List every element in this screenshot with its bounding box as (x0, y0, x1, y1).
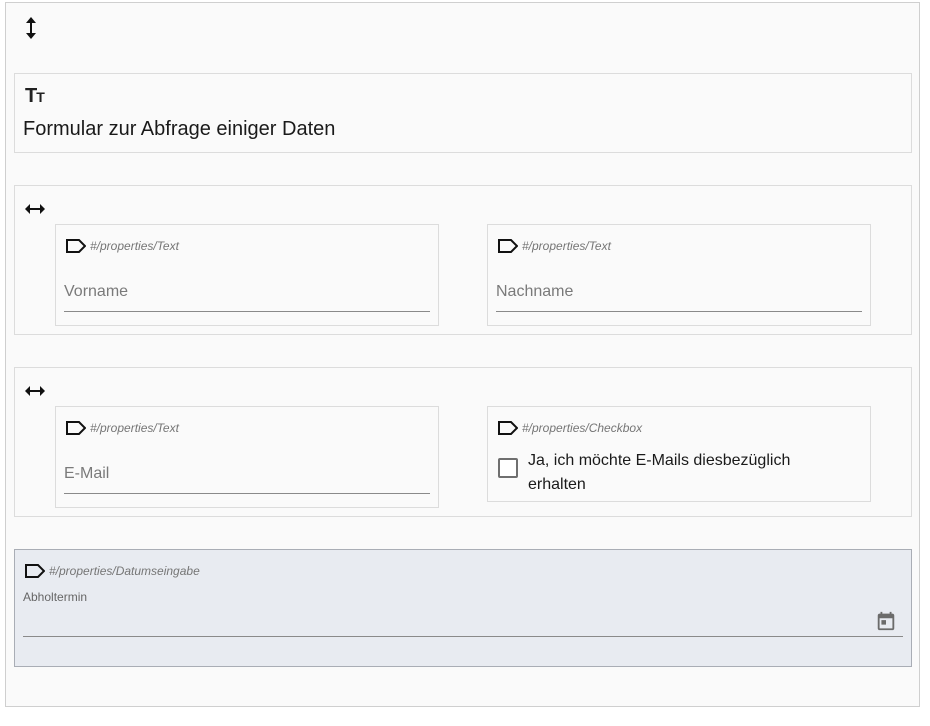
scope-label: #/properties/Text (66, 421, 179, 435)
nachname-field[interactable] (496, 277, 862, 312)
abholtermin-field[interactable] (23, 608, 903, 637)
control-checkbox[interactable]: #/properties/Checkbox Ja, ich möchte E-M… (487, 406, 871, 502)
scope-label: #/properties/Datumseingabe (25, 564, 200, 578)
email-field[interactable] (64, 459, 430, 494)
scope-text: #/properties/Checkbox (522, 421, 643, 435)
horizontal-arrow-icon (25, 204, 45, 214)
abholtermin-label: Abholtermin (23, 590, 88, 604)
vertical-arrow-icon (26, 17, 36, 39)
label-element-card[interactable]: TT Formular zur Abfrage einiger Daten (14, 73, 912, 153)
horizontal-arrow-icon (25, 386, 45, 396)
email-consent-label[interactable]: Ja, ich möchte E-Mails diesbezüglich erh… (528, 449, 828, 497)
horizontal-layout-row-1[interactable]: #/properties/Text #/properties/Text (14, 185, 912, 335)
scope-text: #/properties/Datumseingabe (49, 564, 200, 578)
vertical-layout-container: TT Formular zur Abfrage einiger Daten #/… (5, 2, 920, 707)
text-size-icon: TT (25, 85, 45, 107)
control-email[interactable]: #/properties/Text (55, 406, 439, 508)
vorname-input[interactable] (64, 283, 430, 301)
vorname-field[interactable] (64, 277, 430, 312)
scope-text: #/properties/Text (90, 421, 179, 435)
email-input[interactable] (64, 465, 430, 483)
tag-icon (498, 421, 518, 435)
control-vorname[interactable]: #/properties/Text (55, 224, 439, 326)
tag-icon (25, 564, 45, 578)
calendar-icon[interactable] (875, 610, 897, 632)
control-nachname[interactable]: #/properties/Text (487, 224, 871, 326)
horizontal-layout-row-2[interactable]: #/properties/Text #/properties/Checkbox … (14, 367, 912, 517)
tag-icon (66, 421, 86, 435)
tag-icon (66, 239, 86, 253)
scope-label: #/properties/Text (66, 239, 179, 253)
email-consent-row[interactable]: Ja, ich möchte E-Mails diesbezüglich erh… (498, 449, 828, 497)
email-consent-checkbox[interactable] (498, 458, 518, 478)
control-datumseingabe[interactable]: #/properties/Datumseingabe Abholtermin (14, 549, 912, 667)
tag-icon (498, 239, 518, 253)
form-label-text: Formular zur Abfrage einiger Daten (23, 118, 336, 140)
scope-label: #/properties/Text (498, 239, 611, 253)
nachname-input[interactable] (496, 283, 862, 301)
scope-label: #/properties/Checkbox (498, 421, 642, 435)
scope-text: #/properties/Text (90, 239, 179, 253)
scope-text: #/properties/Text (522, 239, 611, 253)
